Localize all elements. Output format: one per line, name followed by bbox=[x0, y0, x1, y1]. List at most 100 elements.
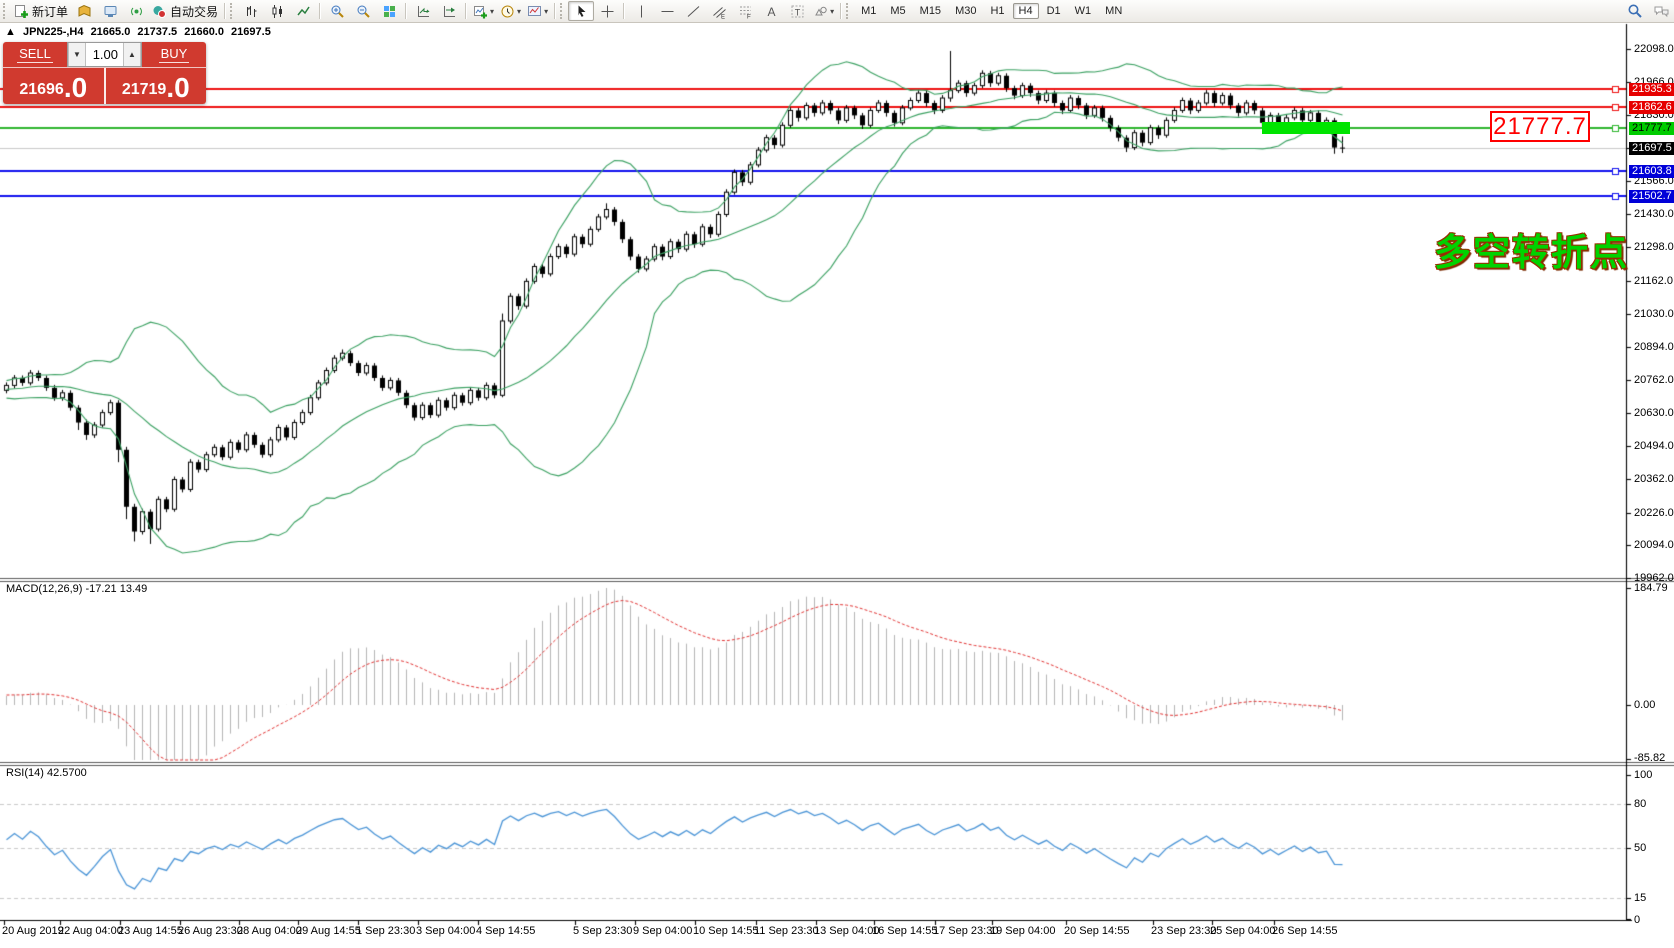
trendline-button[interactable] bbox=[680, 1, 706, 21]
toolbar-separator bbox=[840, 3, 842, 19]
horizontal-line-21935.3[interactable] bbox=[0, 87, 1626, 92]
chevron-down-icon: ▾ bbox=[490, 7, 494, 16]
timeframe-m1[interactable]: M1 bbox=[855, 3, 882, 19]
svg-text:F: F bbox=[747, 14, 751, 19]
candlestick-chart-button[interactable] bbox=[264, 1, 290, 21]
history-center-button[interactable] bbox=[71, 1, 97, 21]
shapes-button[interactable]: ▾ bbox=[810, 1, 837, 21]
shapes-icon bbox=[813, 4, 828, 19]
mt4-window: 新订单自动交易▾▾▾EFAT▾M1M5M15M30H1H4D1W1MN ▲ JP… bbox=[0, 0, 1674, 948]
price-tag: 21777.7 bbox=[1629, 122, 1674, 135]
timeframe-m30[interactable]: M30 bbox=[949, 3, 982, 19]
highlight-zone[interactable] bbox=[1262, 122, 1350, 134]
chart-shift-button[interactable] bbox=[436, 1, 462, 21]
zoom-in-button[interactable] bbox=[324, 1, 350, 21]
time-axis-label: 17 Sep 23:30 bbox=[933, 925, 998, 937]
sell-price: 21696 .0 bbox=[3, 68, 104, 104]
time-axis-label: 29 Aug 14:55 bbox=[296, 925, 361, 937]
autotrading-button[interactable]: 自动交易 bbox=[149, 1, 221, 21]
vertical-line-button[interactable] bbox=[628, 1, 654, 21]
horizontal-line-21777.7[interactable] bbox=[0, 126, 1626, 131]
bar-chart-button[interactable] bbox=[238, 1, 264, 21]
signals-button[interactable] bbox=[123, 1, 149, 21]
buy-price-main: 21719 bbox=[122, 77, 167, 103]
horizontal-line-21603.8[interactable] bbox=[0, 169, 1626, 174]
horizontal-line-21502.7[interactable] bbox=[0, 194, 1626, 199]
time-axis-label: 20 Aug 2019 bbox=[2, 925, 64, 937]
label-icon: T bbox=[790, 4, 805, 19]
auto-scroll-button[interactable] bbox=[410, 1, 436, 21]
macd-axis-label: -85.82 bbox=[1634, 752, 1674, 764]
toolbar: 新订单自动交易▾▾▾EFAT▾M1M5M15M30H1H4D1W1MN bbox=[0, 0, 1674, 23]
timeframe-h1[interactable]: H1 bbox=[984, 3, 1010, 19]
crosshair-button[interactable] bbox=[594, 1, 620, 21]
price-callout[interactable]: 21777.7 bbox=[1490, 111, 1590, 142]
equidistant-channel-button[interactable]: E bbox=[706, 1, 732, 21]
price-tag: 21697.5 bbox=[1629, 142, 1674, 155]
search-button[interactable] bbox=[1622, 1, 1648, 21]
cursor-button[interactable] bbox=[568, 1, 594, 21]
new-order-icon bbox=[14, 4, 29, 19]
volume-input[interactable] bbox=[86, 43, 123, 66]
tile-windows-button[interactable] bbox=[376, 1, 402, 21]
buy-button-label: BUY bbox=[159, 46, 190, 63]
y-axis-label: 21030.0 bbox=[1634, 308, 1674, 320]
sell-price-main: 21696 bbox=[19, 77, 64, 103]
volume-decrease-button[interactable]: ▼ bbox=[68, 43, 86, 66]
terminal-button[interactable] bbox=[97, 1, 123, 21]
templates-button[interactable]: ▾ bbox=[524, 1, 551, 21]
chart-symbol: JPN225-,H4 bbox=[23, 26, 84, 38]
time-axis-label: 3 Sep 04:00 bbox=[416, 925, 475, 937]
time-axis-label: 23 Aug 14:55 bbox=[118, 925, 183, 937]
chat-button[interactable] bbox=[1648, 1, 1674, 21]
new-order-button[interactable]: 新订单 bbox=[11, 1, 71, 21]
cursor-icon bbox=[574, 4, 589, 19]
sell-button[interactable]: SELL bbox=[3, 42, 67, 67]
time-axis-label: 10 Sep 14:55 bbox=[693, 925, 758, 937]
fibonacci-icon: F bbox=[738, 4, 753, 19]
y-axis-label: 20494.0 bbox=[1634, 440, 1674, 452]
timeframe-w1[interactable]: W1 bbox=[1069, 3, 1098, 19]
time-axis-label: 1 Sep 23:30 bbox=[356, 925, 415, 937]
timeframe-m15[interactable]: M15 bbox=[914, 3, 947, 19]
line-chart-button[interactable] bbox=[290, 1, 316, 21]
new-chart-icon bbox=[473, 4, 488, 19]
periods-button[interactable]: ▾ bbox=[497, 1, 524, 21]
volume-increase-button[interactable]: ▲ bbox=[123, 43, 141, 66]
y-axis-label: 21162.0 bbox=[1634, 275, 1674, 287]
time-axis-label: 4 Sep 14:55 bbox=[476, 925, 535, 937]
annotation-text[interactable]: 多空转折点 bbox=[1434, 222, 1629, 276]
candlestick-icon bbox=[270, 4, 285, 19]
time-axis-label: 19 Sep 04:00 bbox=[990, 925, 1055, 937]
time-axis-label: 26 Sep 14:55 bbox=[1272, 925, 1337, 937]
templates-icon bbox=[527, 4, 542, 19]
y-axis-label: 20094.0 bbox=[1634, 539, 1674, 551]
rsi-axis-label: 80 bbox=[1634, 798, 1674, 810]
collapse-arrow-icon[interactable]: ▲ bbox=[5, 26, 16, 38]
buy-button[interactable]: BUY bbox=[142, 42, 206, 67]
vertical-line-icon bbox=[634, 4, 649, 19]
y-axis-label: 20762.0 bbox=[1634, 374, 1674, 386]
new-chart-button[interactable]: ▾ bbox=[470, 1, 497, 21]
horizontal-line-21862.6[interactable] bbox=[0, 105, 1626, 110]
horizontal-line-button[interactable] bbox=[654, 1, 680, 21]
fibonacci-button[interactable]: F bbox=[732, 1, 758, 21]
timeframe-d1[interactable]: D1 bbox=[1041, 3, 1067, 19]
auto-scroll-icon bbox=[416, 4, 431, 19]
bar-chart-icon bbox=[244, 4, 259, 19]
y-axis-label: 20630.0 bbox=[1634, 407, 1674, 419]
text-button[interactable]: A bbox=[758, 1, 784, 21]
timeframe-h4[interactable]: H4 bbox=[1013, 3, 1039, 19]
chevron-down-icon: ▾ bbox=[830, 7, 834, 16]
chart-canvas[interactable] bbox=[0, 0, 1674, 948]
timeframe-mn[interactable]: MN bbox=[1099, 3, 1128, 19]
toolbar-separator bbox=[319, 3, 321, 19]
price-tag: 21862.6 bbox=[1629, 101, 1674, 114]
chat-icon bbox=[1653, 4, 1670, 19]
timeframe-m5[interactable]: M5 bbox=[884, 3, 911, 19]
svg-text:E: E bbox=[721, 14, 725, 19]
text-label-button[interactable]: T bbox=[784, 1, 810, 21]
toolbar-separator bbox=[623, 3, 625, 19]
ohlc-close: 21697.5 bbox=[231, 26, 271, 38]
zoom-out-button[interactable] bbox=[350, 1, 376, 21]
